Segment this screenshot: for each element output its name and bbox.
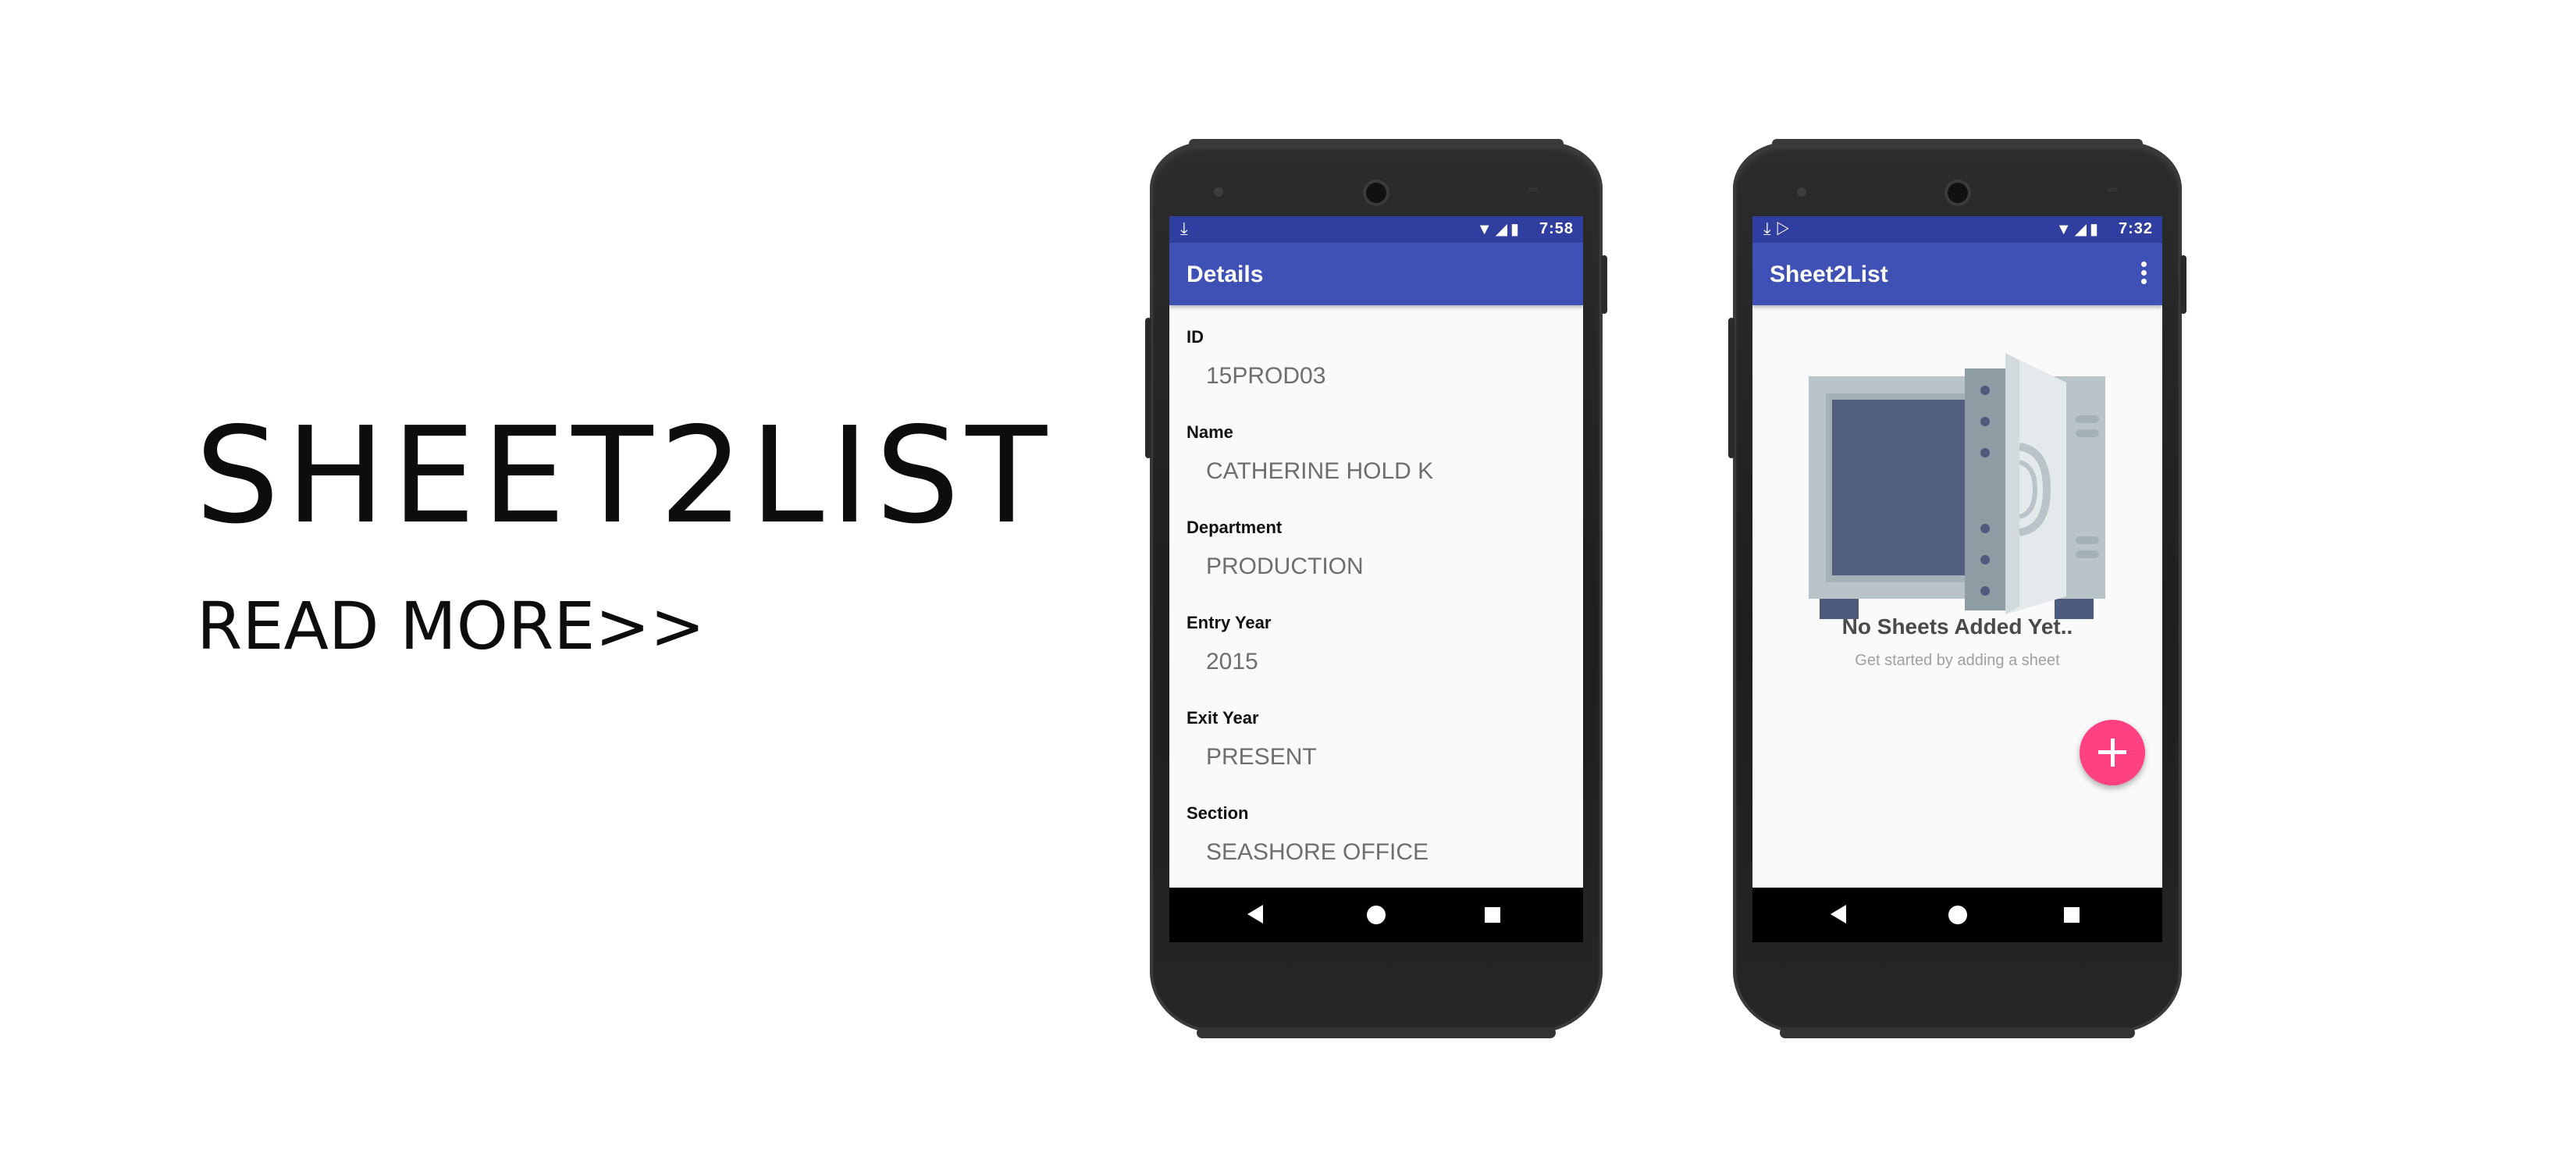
- overflow-menu-icon[interactable]: [2139, 262, 2148, 287]
- signal-icon: ◢: [1495, 221, 1510, 238]
- field-label-section: Section: [1187, 803, 1249, 823]
- battery-icon: ▮: [1510, 221, 1522, 238]
- home-icon[interactable]: [1948, 906, 1967, 924]
- volume-button: [1145, 318, 1151, 458]
- screen-sheet-list: ⤓ ▷ ▼◢▮ 7:32 Sheet2List No Sheets Added …: [1752, 216, 2162, 942]
- signal-icon: ◢: [2074, 221, 2090, 238]
- empty-state-title: No Sheets Added Yet..: [1841, 614, 2073, 639]
- phone-sheet-list: ⤓ ▷ ▼◢▮ 7:32 Sheet2List No Sheets Added …: [1728, 139, 2186, 1038]
- phone-bottom-rim: [1197, 1027, 1556, 1038]
- power-button: [1601, 255, 1607, 314]
- nav-bar: [1169, 888, 1583, 942]
- nav-bar: [1752, 888, 2162, 942]
- add-sheet-button[interactable]: [2080, 720, 2145, 785]
- download-icon: ⤓: [1180, 219, 1188, 238]
- field-value-id: 15PROD03: [1206, 363, 1326, 389]
- field-label-id: ID: [1187, 327, 1204, 347]
- phone-bottom-rim: [1780, 1027, 2135, 1038]
- empty-safe-illustration: [1809, 353, 2105, 619]
- phone-top-rim: [1772, 139, 2143, 148]
- status-icons: ▼◢▮: [1477, 219, 1522, 239]
- wifi-icon: ▼: [2055, 221, 2075, 238]
- app-bar-title: Details: [1187, 262, 1264, 287]
- recent-apps-icon[interactable]: [1485, 907, 1500, 923]
- power-button: [2180, 255, 2186, 314]
- back-icon[interactable]: [1831, 905, 1846, 924]
- front-camera: [1366, 183, 1386, 203]
- speaker-grille: [2107, 187, 2118, 192]
- field-value-entry-year: 2015: [1206, 649, 1258, 674]
- field-label-entry-year: Entry Year: [1187, 613, 1272, 632]
- status-bar: ⤓ ▷ ▼◢▮ 7:32: [1752, 216, 2162, 243]
- home-icon[interactable]: [1367, 906, 1386, 924]
- read-more-link[interactable]: READ MORE>>: [197, 593, 705, 659]
- proximity-sensor: [1214, 187, 1223, 197]
- status-icons: ▼◢▮: [2056, 219, 2101, 239]
- status-bar: ⤓ ▼◢▮ 7:58: [1169, 216, 1583, 243]
- status-left-icons: ⤓ ▷: [1763, 219, 1789, 239]
- field-label-exit-year: Exit Year: [1187, 708, 1259, 728]
- front-camera: [1947, 183, 1968, 203]
- speaker-grille: [1528, 187, 1539, 192]
- recent-apps-icon[interactable]: [2064, 907, 2080, 923]
- field-value-department: PRODUCTION: [1206, 553, 1364, 579]
- wifi-icon: ▼: [1476, 221, 1496, 238]
- app-bar: Details: [1169, 243, 1583, 305]
- status-time: 7:58: [1539, 220, 1574, 237]
- play-store-icon: ▷: [1775, 219, 1790, 238]
- volume-button: [1728, 318, 1735, 458]
- battery-icon: ▮: [2089, 221, 2101, 238]
- phone-details: ⤓ ▼◢▮ 7:58 Details ID 15PROD03 Name CATH…: [1145, 139, 1607, 1038]
- field-label-name: Name: [1187, 422, 1233, 442]
- screen-details: ⤓ ▼◢▮ 7:58 Details ID 15PROD03 Name CATH…: [1169, 216, 1583, 942]
- download-icon: ⤓: [1763, 219, 1771, 238]
- empty-state-subtitle: Get started by adding a sheet: [1855, 652, 2060, 669]
- field-label-department: Department: [1187, 518, 1283, 537]
- status-time: 7:32: [2118, 220, 2153, 237]
- back-icon[interactable]: [1247, 905, 1263, 924]
- phone-top-rim: [1189, 139, 1564, 148]
- hero-title: SHEET2LIST: [195, 399, 1054, 553]
- field-value-section: SEASHORE OFFICE: [1206, 839, 1429, 865]
- details-list: ID 15PROD03 Name CATHERINE HOLD K Depart…: [1169, 305, 1583, 942]
- app-bar: Sheet2List: [1752, 243, 2162, 305]
- field-value-exit-year: PRESENT: [1206, 744, 1317, 770]
- proximity-sensor: [1797, 187, 1806, 197]
- app-bar-title: Sheet2List: [1770, 262, 1888, 287]
- field-value-name: CATHERINE HOLD K: [1206, 458, 1434, 484]
- plus-icon-vertical: [2110, 739, 2115, 767]
